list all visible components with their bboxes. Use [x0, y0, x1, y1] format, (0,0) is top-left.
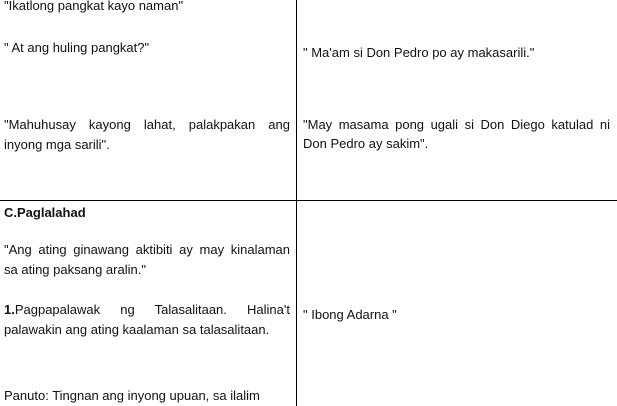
- teacher-praise-line-1: "Mahuhusay kayong lahat, palakpakan ang: [4, 117, 290, 132]
- vocabulary-item-line-2: palawakin ang ating kaalaman sa talasali…: [4, 322, 270, 337]
- paglalahad-intro-line-1: "Ang ating ginawang aktibiti ay may kina…: [4, 242, 290, 257]
- paglalahad-intro-line-2: sa ating paksang aralin.": [4, 262, 146, 277]
- student-answer-don-pedro: " Ma'am si Don Pedro po ay makasarili.": [303, 45, 535, 60]
- vocabulary-item-title: Pagpapalawak ng Talasalitaan. Halina't: [14, 302, 290, 317]
- section-heading-paglalahad: C.Paglalahad: [4, 205, 86, 220]
- teacher-line-last-group: " At ang huling pangkat?": [4, 40, 150, 55]
- teacher-praise-line-2: inyong mga sarili".: [4, 137, 110, 152]
- student-answer-don-diego-line-1: "May masama pong ugali si Don Diego katu…: [303, 117, 610, 132]
- document-table: "Ikatlong pangkat kayo naman" " At ang h…: [0, 0, 617, 406]
- vocabulary-item-number: 1.: [4, 302, 15, 317]
- teacher-line-third-group: "Ikatlong pangkat kayo naman": [4, 0, 184, 13]
- vocabulary-item-line-1: 1. Pagpapalawak ng Talasalitaan. Halina'…: [4, 300, 290, 320]
- panuto-instruction: Panuto: Tingnan ang inyong upuan, sa ila…: [4, 388, 260, 403]
- row-divider: [0, 200, 617, 201]
- student-answer-ibong-adarna: " Ibong Adarna ": [303, 307, 397, 322]
- column-divider: [296, 0, 297, 406]
- student-answer-don-diego-line-2: Don Pedro ay sakim".: [303, 136, 429, 151]
